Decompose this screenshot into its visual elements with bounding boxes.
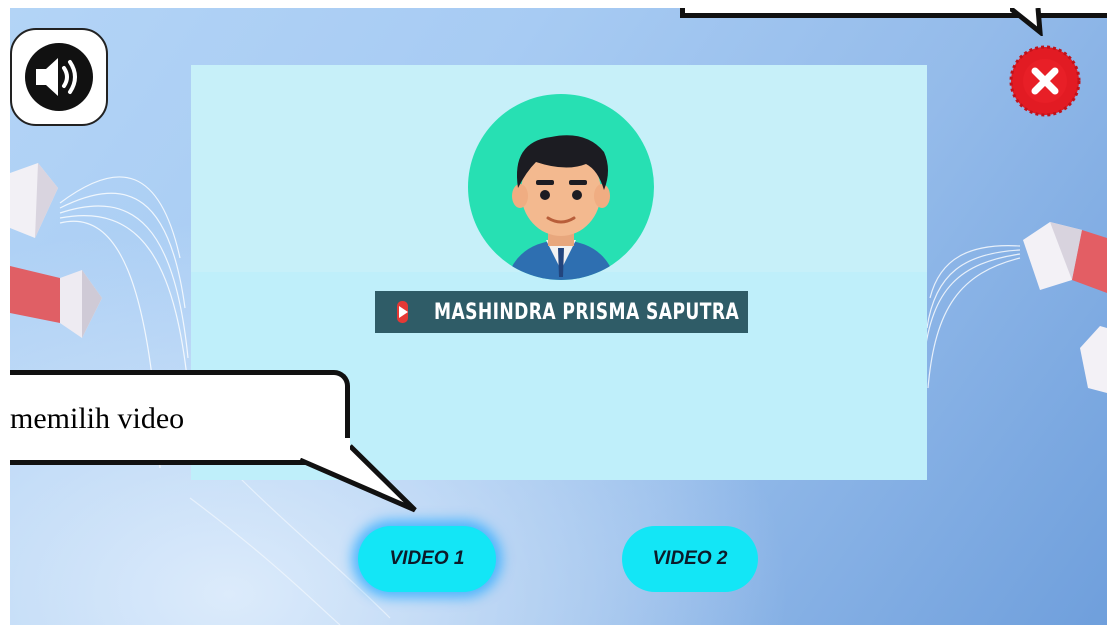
top-callout-pointer: [1010, 8, 1043, 36]
callout-text: memilih video: [10, 402, 185, 435]
video-2-button[interactable]: VIDEO 2: [622, 526, 758, 592]
channel-banner: MASHINDRA PRISMA SAPUTRA: [375, 291, 748, 333]
video-screen: MASHINDRA PRISMA SAPUTRA VIDEO 1 VIDEO 2…: [10, 8, 1107, 625]
close-x-icon: [1009, 45, 1081, 117]
callout-pointer: [290, 438, 417, 513]
sound-button[interactable]: [10, 28, 108, 126]
speaker-volume-icon: [25, 43, 93, 111]
avatar: [468, 94, 654, 280]
youtube-play-icon: [397, 301, 408, 323]
channel-name: MASHINDRA PRISMA SAPUTRA: [434, 299, 740, 325]
close-button[interactable]: [1009, 45, 1081, 117]
video-1-button[interactable]: VIDEO 1: [358, 526, 496, 592]
